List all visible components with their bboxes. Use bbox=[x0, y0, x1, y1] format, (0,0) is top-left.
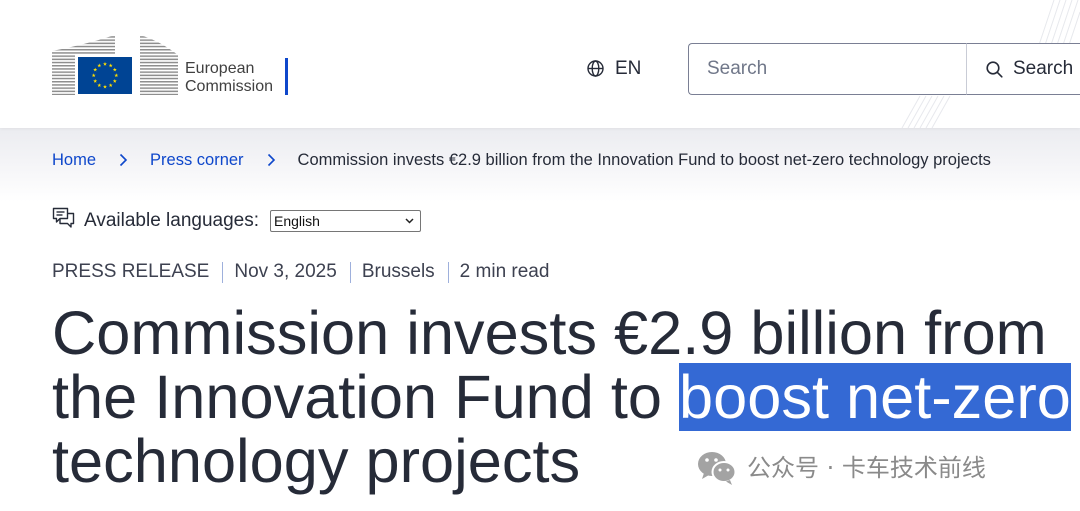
title-text-end: technology projects bbox=[52, 427, 581, 495]
chevron-right-icon bbox=[119, 153, 128, 167]
eu-flag-icon bbox=[78, 57, 132, 94]
search-icon bbox=[986, 60, 1003, 78]
meta-read-time: 2 min read bbox=[459, 261, 550, 282]
wechat-icon bbox=[698, 452, 737, 485]
search-form: Search bbox=[688, 43, 1080, 95]
language-select-value: English bbox=[274, 213, 320, 229]
logo-text-line2: Commission bbox=[185, 78, 274, 95]
meta-date: Nov 3, 2025 bbox=[234, 261, 337, 282]
meta-separator bbox=[349, 261, 351, 283]
breadcrumb: Home Press corner Commission invests €2.… bbox=[52, 149, 991, 171]
meta-type: PRESS RELEASE bbox=[52, 261, 210, 282]
language-switcher[interactable]: EN bbox=[587, 57, 641, 80]
search-button-label: Search bbox=[1013, 58, 1074, 79]
page: European Commission EN Search Search Hom… bbox=[0, 0, 1080, 511]
languages-chat-icon bbox=[52, 207, 75, 228]
breadcrumb-current-page: Commission invests €2.9 billion from the… bbox=[297, 151, 991, 169]
watermark-text: 公众号 · 卡车技术前线 bbox=[747, 454, 986, 482]
search-input[interactable] bbox=[688, 43, 966, 95]
available-languages-label: Available languages: bbox=[84, 210, 260, 231]
chevron-right-icon bbox=[267, 153, 275, 167]
breadcrumb-press-corner-link[interactable]: Press corner bbox=[150, 149, 244, 171]
available-languages: Available languages: English bbox=[52, 207, 422, 234]
logo-divider-bar bbox=[285, 58, 288, 95]
european-commission-logo-icon bbox=[52, 35, 178, 96]
building-right-stripes bbox=[140, 35, 178, 95]
article-meta: PRESS RELEASE Nov 3, 2025 Brussels 2 min… bbox=[52, 260, 549, 284]
language-select[interactable]: English bbox=[270, 210, 422, 232]
globe-icon bbox=[587, 60, 604, 77]
breadcrumb-home-link[interactable]: Home bbox=[52, 149, 96, 171]
language-code: EN bbox=[615, 58, 642, 79]
breadcrumb-separator bbox=[267, 153, 276, 167]
meta-separator bbox=[222, 261, 224, 283]
chevron-down-icon bbox=[405, 218, 414, 224]
meta-separator bbox=[447, 261, 449, 283]
breadcrumb-separator bbox=[119, 153, 128, 167]
watermark: 公众号 · 卡车技术前线 bbox=[697, 450, 986, 486]
logo-text-line1: European bbox=[185, 60, 255, 77]
european-commission-logo-link[interactable]: European Commission bbox=[52, 33, 292, 97]
meta-location: Brussels bbox=[361, 261, 435, 282]
title-text-selected: boost net-zero bbox=[679, 363, 1071, 431]
search-button[interactable]: Search bbox=[966, 43, 1080, 95]
site-header: European Commission EN Search bbox=[0, 0, 1080, 128]
